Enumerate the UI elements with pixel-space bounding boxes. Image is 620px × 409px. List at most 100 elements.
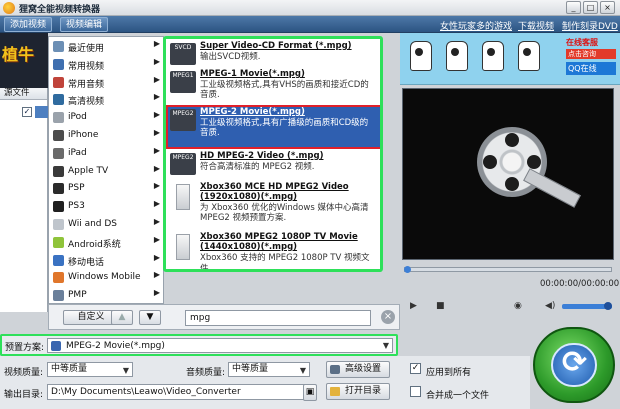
playback-progress-bar[interactable] bbox=[404, 266, 612, 273]
category-label: Apple TV bbox=[68, 165, 109, 176]
category-item[interactable]: 高清视频 ▶ bbox=[49, 91, 163, 108]
xbox-console-icon bbox=[176, 184, 190, 210]
video-edit-button[interactable]: 视频编辑 bbox=[60, 17, 109, 32]
qq-online-button[interactable]: QQ在线 bbox=[566, 62, 616, 75]
format-disc-icon: MPEG2 bbox=[170, 109, 196, 131]
category-item[interactable]: PS3 ▶ bbox=[49, 198, 163, 215]
app-logo-icon bbox=[3, 2, 15, 14]
chevron-down-icon: ▼ bbox=[122, 366, 129, 375]
format-item[interactable]: MPEG2 HD MPEG-2 Video (*.mpg) 符合高清标准的 MPEG… bbox=[168, 151, 380, 179]
category-item[interactable]: iPad ▶ bbox=[49, 145, 163, 162]
category-item[interactable]: Apple TV ▶ bbox=[49, 163, 163, 180]
window-title: 狸窝全能视频转换器 bbox=[19, 5, 101, 15]
video-quality-label: 视频质量: bbox=[4, 368, 44, 378]
format-item[interactable]: MPEG1 MPEG-1 Movie(*.mpg) 工业级视频格式,具有VHS的画质… bbox=[168, 69, 380, 105]
link-burn-dvd[interactable]: 制作刻录DVD bbox=[562, 19, 618, 32]
format-name: MPEG-2 Movie(*.mpg) bbox=[200, 107, 305, 117]
stop-icon[interactable]: ■ bbox=[436, 301, 445, 311]
category-item[interactable]: Android系统 ▶ bbox=[49, 234, 163, 251]
format-description: Xbox360 支持的 MPEG2 1080P TV 视频文件. bbox=[200, 253, 370, 272]
up-arrow-button[interactable]: ▲ bbox=[111, 310, 133, 325]
link-download-video[interactable]: 下载视频 bbox=[518, 19, 554, 32]
format-name: Xbox360 MCE HD MPEG2 Video bbox=[200, 182, 349, 192]
source-file-list[interactable]: 源文件 ✓ bbox=[0, 88, 48, 312]
apply-all-checkbox[interactable]: ✓ bbox=[410, 363, 421, 374]
category-menu: 最近使用 ▶ 常用视频 ▶ 常用音频 ▶ 高清视频 ▶ iPod ▶ iPhone ▶ iPad ▶ App… bbox=[48, 36, 164, 304]
output-dir-input[interactable]: D:\My Documents\Leawo\Video_Converter bbox=[47, 384, 315, 400]
category-item[interactable]: 移动电话 ▶ bbox=[49, 252, 163, 269]
format-item[interactable]: Xbox360 MCE HD MPEG2 Video (1920x1080)(*.… bbox=[168, 182, 380, 230]
clock-icon bbox=[53, 41, 64, 52]
settings-panel: 视频质量: 中等质量 ▼ 音频质量: 中等质量 ▼ 高级设置 ✓ 应用到所有 输… bbox=[0, 356, 530, 409]
xbox-console-icon bbox=[176, 234, 190, 260]
mpeg-format-icon bbox=[51, 341, 61, 351]
clear-search-icon[interactable]: × bbox=[381, 310, 395, 324]
category-item[interactable]: Windows Mobile ▶ bbox=[49, 269, 163, 286]
audio-quality-select[interactable]: 中等质量 ▼ bbox=[228, 362, 310, 377]
add-video-button[interactable]: 添加视频 bbox=[4, 17, 53, 32]
category-label: 常用视频 bbox=[68, 61, 105, 72]
audio-quality-label: 音频质量: bbox=[186, 368, 226, 378]
chevron-right-icon: ▶ bbox=[153, 128, 160, 137]
audio-icon bbox=[53, 76, 64, 88]
format-name-line2: (1920x1080)(*.mpg) bbox=[200, 192, 298, 202]
format-name: Super Video-CD Format (*.mpg) bbox=[200, 41, 352, 51]
merge-files-checkbox[interactable] bbox=[410, 386, 421, 397]
category-item[interactable]: Wii and DS ▶ bbox=[49, 216, 163, 233]
chevron-right-icon: ▶ bbox=[153, 39, 160, 48]
chevron-right-icon: ▶ bbox=[153, 288, 160, 298]
left-ad-text: 植牛 bbox=[2, 45, 35, 64]
progress-knob[interactable] bbox=[404, 266, 411, 273]
down-arrow-button[interactable]: ▼ bbox=[139, 310, 161, 325]
format-description: 输出SVCD视频. bbox=[200, 52, 261, 62]
category-item[interactable]: iPhone ▶ bbox=[49, 127, 163, 144]
online-service-box[interactable]: 在线客服 点击咨询 QQ在线 bbox=[566, 37, 616, 81]
format-search-input[interactable]: mpg bbox=[185, 310, 371, 326]
format-description: 工业级视频格式,具有VHS的画质和接近CD的 bbox=[200, 80, 369, 90]
convert-button[interactable] bbox=[533, 327, 615, 403]
volume-icon[interactable]: ◀) bbox=[545, 301, 555, 311]
iphone-icon bbox=[53, 130, 64, 141]
category-item[interactable]: PSP ▶ bbox=[49, 180, 163, 197]
category-item[interactable]: 常用视频 ▶ bbox=[49, 56, 163, 73]
category-label: 常用音频 bbox=[68, 79, 105, 90]
click-consult-label: 点击咨询 bbox=[566, 49, 616, 59]
category-item[interactable]: 常用音频 ▶ bbox=[49, 74, 163, 91]
chevron-right-icon: ▶ bbox=[153, 92, 160, 102]
format-name-line2: (1440x1080)(*.mpg) bbox=[200, 242, 298, 252]
chevron-right-icon: ▶ bbox=[153, 74, 160, 84]
play-icon[interactable]: ▶ bbox=[410, 301, 417, 311]
source-file-row[interactable]: ✓ bbox=[0, 105, 48, 119]
category-label: iPod bbox=[68, 112, 87, 123]
volume-slider[interactable] bbox=[562, 302, 612, 310]
right-ad-banner[interactable]: 在线客服 点击咨询 QQ在线 bbox=[400, 33, 620, 85]
chevron-down-icon[interactable]: ▼ bbox=[383, 341, 389, 350]
windows-icon bbox=[53, 272, 64, 284]
maximize-button[interactable]: □ bbox=[583, 1, 598, 14]
volume-knob[interactable] bbox=[604, 302, 612, 310]
category-item[interactable]: 最近使用 ▶ bbox=[49, 38, 163, 55]
format-item[interactable]: MPEG2 MPEG-2 Movie(*.mpg) 工业级视频格式,具有广播级的画质… bbox=[166, 105, 380, 149]
format-name: HD MPEG-2 Video (*.mpg) bbox=[200, 151, 324, 161]
minimize-button[interactable]: _ bbox=[566, 1, 581, 14]
format-name: MPEG-1 Movie(*.mpg) bbox=[200, 69, 305, 79]
category-label: Wii and DS bbox=[68, 219, 117, 229]
snapshot-camera-icon[interactable]: ◉ bbox=[514, 301, 522, 311]
wii-icon bbox=[53, 219, 64, 230]
format-item[interactable]: Xbox360 MPEG2 1080P TV Movie (1440x1080)(… bbox=[168, 232, 380, 272]
left-ad-banner[interactable]: 植牛 bbox=[0, 33, 48, 88]
category-item[interactable]: iPod ▶ bbox=[49, 109, 163, 126]
format-item[interactable]: SVCD Super Video-CD Format (*.mpg) 输出SVCD视… bbox=[168, 41, 380, 67]
open-directory-button[interactable]: 打开目录 bbox=[326, 383, 390, 400]
chevron-right-icon: ▶ bbox=[153, 217, 160, 226]
source-file-checkbox[interactable]: ✓ bbox=[22, 107, 32, 117]
preset-dropdown[interactable]: MPEG-2 Movie(*.mpg) ▼ bbox=[47, 338, 393, 353]
category-item[interactable]: PMP ▶ bbox=[49, 287, 163, 304]
source-file-thumbnail bbox=[35, 106, 48, 118]
browse-folder-icon[interactable]: ▣ bbox=[303, 384, 317, 401]
link-games[interactable]: 女性玩家多的游戏 bbox=[440, 19, 512, 32]
video-quality-select[interactable]: 中等质量 ▼ bbox=[47, 362, 133, 377]
advanced-settings-button[interactable]: 高级设置 bbox=[326, 361, 390, 378]
preset-value: MPEG-2 Movie(*.mpg) bbox=[66, 341, 165, 351]
close-button[interactable]: × bbox=[600, 1, 615, 14]
